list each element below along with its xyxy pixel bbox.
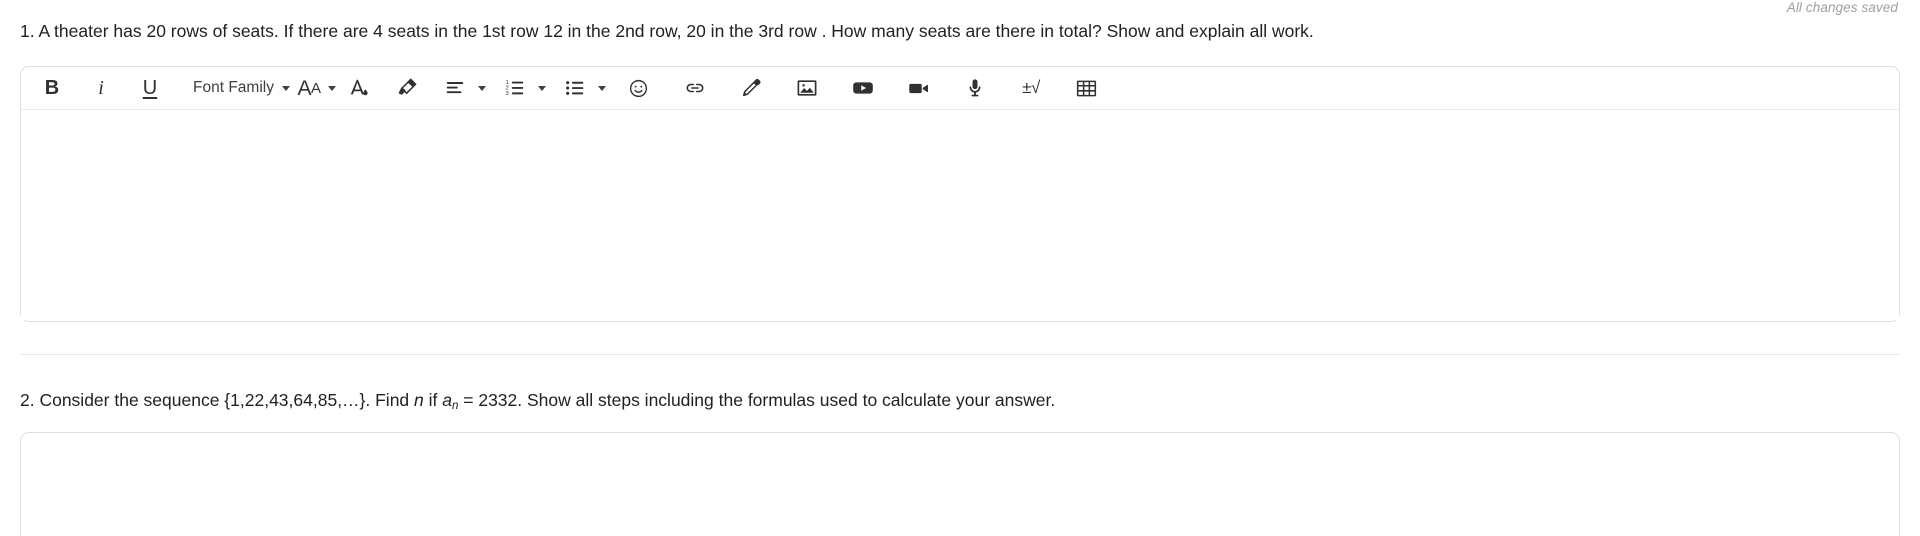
question-2-prefix: 2. Consider the sequence {1,22,43,64,85,… — [20, 390, 415, 410]
question-2-suffix: = 2332. Show all steps including the for… — [458, 390, 1056, 410]
video-camera-icon[interactable] — [898, 72, 940, 104]
math-equation-label: ±√ — [1022, 78, 1040, 97]
underline-icon[interactable]: U — [129, 72, 171, 104]
answer-editor-1: B i U Font Family AA 1 2 3 ±√ — [20, 66, 1900, 322]
microphone-icon[interactable] — [954, 72, 996, 104]
image-icon[interactable] — [786, 72, 828, 104]
editor-toolbar-1: B i U Font Family AA 1 2 3 ±√ — [21, 67, 1899, 110]
emoji-icon[interactable] — [618, 72, 660, 104]
question-1-text: 1. A theater has 20 rows of seats. If th… — [20, 21, 1314, 41]
bulleted-list-icon[interactable] — [554, 72, 596, 104]
youtube-icon[interactable] — [842, 72, 884, 104]
chevron-down-icon[interactable] — [537, 85, 546, 91]
highlighter-icon[interactable] — [386, 72, 428, 104]
chevron-down-icon[interactable] — [327, 85, 336, 91]
table-icon[interactable] — [1066, 72, 1108, 104]
section-divider — [20, 354, 1900, 355]
font-size-letter-small: A — [310, 79, 321, 97]
chevron-down-icon[interactable] — [597, 85, 606, 91]
chevron-down-icon[interactable] — [477, 85, 486, 91]
chevron-down-icon[interactable] — [281, 85, 290, 91]
font-size-letter-large: A — [297, 76, 311, 100]
font-size-icon[interactable]: AA — [292, 72, 326, 104]
answer-editor-2[interactable] — [20, 432, 1900, 536]
answer-textarea-1[interactable] — [21, 110, 1899, 320]
link-icon[interactable] — [674, 72, 716, 104]
question-2-mid: if — [423, 390, 443, 410]
numbered-list-icon[interactable]: 1 2 3 — [494, 72, 536, 104]
question-2-text: 2. Consider the sequence {1,22,43,64,85,… — [20, 389, 1055, 415]
svg-text:3: 3 — [505, 91, 508, 97]
bold-icon[interactable]: B — [31, 72, 73, 104]
font-family-dropdown[interactable]: Font Family — [171, 79, 280, 97]
italic-icon[interactable]: i — [73, 72, 129, 104]
pencil-icon[interactable] — [730, 72, 772, 104]
question-2-variable-a: a — [442, 390, 452, 410]
save-status-label: All changes saved — [1786, 0, 1898, 15]
answer-sheet-page: All changes saved 1. A theater has 20 ro… — [0, 0, 1920, 536]
math-equation-icon[interactable]: ±√ — [1010, 72, 1052, 104]
align-icon[interactable] — [434, 72, 476, 104]
question-2-variable-n: n — [414, 390, 424, 410]
text-color-icon[interactable] — [338, 72, 380, 104]
